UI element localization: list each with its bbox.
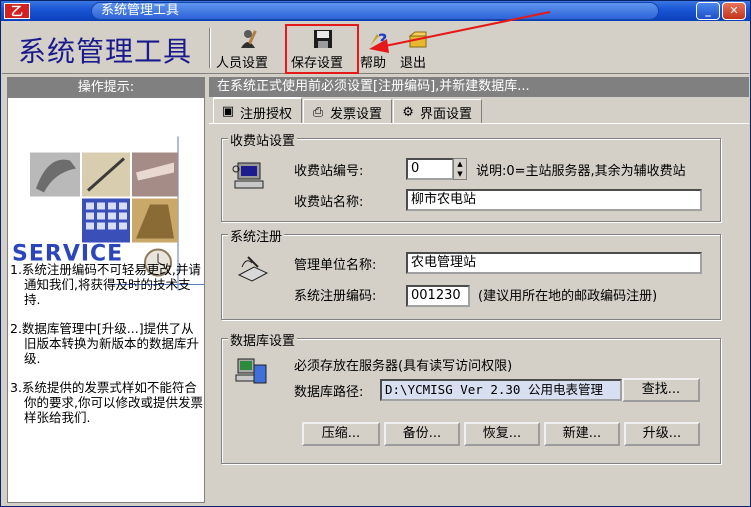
- tips-panel: 操作提示: SERVICE 1.系统注册编码不可轻易更改,并请通知我们,将获得及…: [7, 77, 205, 503]
- create-button[interactable]: 新建...: [544, 422, 620, 446]
- database-group-title: 数据库设置: [228, 330, 298, 349]
- unit-name-label: 管理单位名称:: [294, 258, 377, 273]
- tab-register[interactable]: ▣ 注册授权: [213, 97, 303, 123]
- app-window: 乙 系统管理工具 _ ✕ 系统管理工具 人员设置 保存设置 ? 帮助 退出 操作…: [0, 0, 751, 507]
- minimize-button[interactable]: _: [696, 2, 720, 20]
- register-code-note: (建议用所在地的邮政编码注册): [478, 289, 658, 304]
- register-icon: ▣: [221, 104, 235, 119]
- people-icon: [237, 28, 259, 50]
- upgrade-button[interactable]: 升级...: [624, 422, 700, 446]
- register-code-label: 系统注册编码:: [294, 289, 377, 304]
- station-group-title: 收费站设置: [228, 130, 298, 149]
- toolbar: 系统管理工具 人员设置 保存设置 ? 帮助 退出: [2, 22, 749, 74]
- hint-bar: 在系统正式使用前必须设置[注册编码],并新建数据库...: [209, 77, 749, 97]
- restore-button[interactable]: 恢复...: [464, 422, 540, 446]
- station-name-label: 收费站名称:: [294, 195, 364, 210]
- tips-list: 1.系统注册编码不可轻易更改,并请通知我们,将获得及时的技术支持. 2.数据库管…: [10, 262, 204, 439]
- help-button[interactable]: ? 帮助: [360, 28, 396, 72]
- station-group: 收费站设置 收费站编号: 0 ▲ ▼ 说明:0=主站服务器,其余为辅收费站 收费…: [221, 130, 721, 222]
- database-path-label: 数据库路径:: [294, 385, 364, 400]
- station-id-label: 收费站编号:: [294, 164, 364, 179]
- app-name-title: 系统管理工具: [18, 35, 193, 68]
- database-path-input[interactable]: D:\YCMISG Ver 2.30 公用电表管理: [380, 379, 622, 401]
- register-code-input[interactable]: 001230: [406, 285, 470, 307]
- station-name-input[interactable]: 柳市农电站: [406, 189, 702, 211]
- exit-icon: [407, 28, 429, 50]
- window-controls: _ ✕: [696, 2, 746, 20]
- tip-item: 1.系统注册编码不可轻易更改,并请通知我们,将获得及时的技术支持.: [10, 262, 201, 307]
- exit-button[interactable]: 退出: [400, 28, 436, 72]
- database-server-icon: [234, 355, 268, 385]
- tips-header: 操作提示:: [8, 78, 204, 98]
- help-icon: ?: [367, 28, 389, 50]
- app-logo-icon: 乙: [4, 3, 30, 19]
- window-title: 系统管理工具: [101, 3, 180, 18]
- tab-invoice[interactable]: ⎙ 发票设置: [303, 99, 393, 123]
- tip-item: 3.系统提供的发票式样如不能符合你的要求,你可以修改或提供发票样张给我们.: [10, 380, 203, 425]
- browse-button[interactable]: 查找...: [622, 378, 700, 402]
- personnel-settings-label: 人员设置: [216, 56, 269, 71]
- register-pane: 收费站设置 收费站编号: 0 ▲ ▼ 说明:0=主站服务器,其余为辅收费站 收费…: [209, 123, 749, 503]
- station-id-input[interactable]: 0: [406, 158, 454, 180]
- keyboard-icon: [236, 253, 270, 283]
- database-group: 数据库设置 必须存放在服务器(具有读写访问权限) 数据库路径: D:\YCMIS…: [221, 330, 721, 464]
- unit-name-input[interactable]: 农电管理站: [406, 252, 702, 274]
- tab-interface[interactable]: ⚙ 界面设置: [393, 99, 483, 123]
- compress-button[interactable]: 压缩...: [302, 422, 380, 446]
- personnel-settings-button[interactable]: 人员设置: [216, 28, 280, 72]
- exit-label: 退出: [400, 56, 427, 71]
- register-group-title: 系统注册: [228, 226, 285, 245]
- station-id-note: 说明:0=主站服务器,其余为辅收费站: [476, 164, 686, 179]
- settings-icon: ⚙: [402, 104, 414, 120]
- database-note: 必须存放在服务器(具有读写访问权限): [294, 359, 513, 374]
- station-id-spinner[interactable]: ▲ ▼: [453, 158, 467, 180]
- spin-up-icon[interactable]: ▲: [454, 159, 466, 169]
- highlight-box: [285, 24, 359, 74]
- tip-item: 2.数据库管理中[升级...]提供了从旧版本转换为新版本的数据库升级.: [10, 321, 200, 366]
- close-button[interactable]: ✕: [722, 2, 746, 20]
- svg-text:?: ?: [378, 30, 387, 49]
- tab-invoice-label: 发票设置: [330, 107, 383, 122]
- settings-panel: 在系统正式使用前必须设置[注册编码],并新建数据库... ▣ 注册授权 ⎙ 发票…: [209, 77, 749, 503]
- tab-interface-label: 界面设置: [420, 107, 473, 122]
- toolbar-separator: [209, 28, 211, 68]
- computer-icon: [232, 161, 266, 191]
- title-bar[interactable]: 乙 系统管理工具 _ ✕: [1, 1, 750, 21]
- tab-register-label: 注册授权: [240, 106, 293, 122]
- printer-icon: ⎙: [312, 104, 324, 120]
- backup-button[interactable]: 备份...: [384, 422, 460, 446]
- help-label: 帮助: [360, 56, 387, 71]
- spin-down-icon[interactable]: ▼: [454, 169, 466, 179]
- register-group: 系统注册 管理单位名称: 农电管理站 系统注册编码: 001230 (建议用所在…: [221, 226, 721, 320]
- tab-strip: ▣ 注册授权 ⎙ 发票设置 ⚙ 界面设置: [213, 97, 483, 123]
